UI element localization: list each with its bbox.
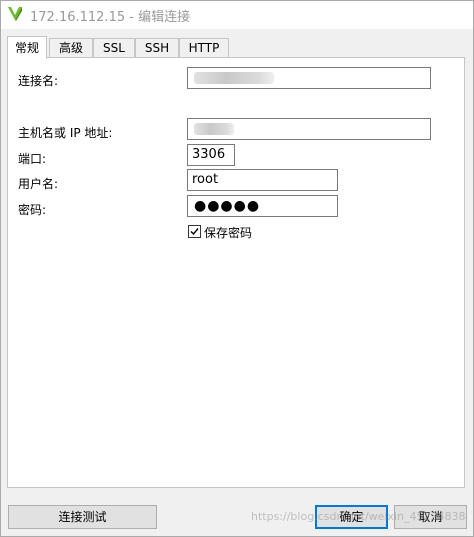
tab-advanced[interactable]: 高级	[49, 38, 93, 57]
test-connection-button[interactable]: 连接测试	[8, 505, 157, 529]
ok-button[interactable]: 确定	[315, 505, 388, 529]
navicat-logo-icon	[6, 5, 24, 23]
save-password-checkbox[interactable]	[188, 225, 201, 238]
password-label: 密码:	[18, 203, 47, 217]
host-input[interactable]	[187, 118, 431, 140]
connection-name-label: 连接名:	[18, 74, 59, 88]
tab-http[interactable]: HTTP	[179, 38, 229, 57]
tab-ssl[interactable]: SSL	[93, 38, 135, 57]
save-password-label: 保存密码	[204, 226, 253, 240]
checkmark-icon	[190, 228, 199, 236]
port-label: 端口:	[18, 152, 47, 166]
port-value: 3306	[192, 147, 226, 162]
tab-ssh[interactable]: SSH	[135, 38, 179, 57]
redacted-blur	[194, 123, 234, 135]
password-masked-value: ●●●●●	[194, 198, 261, 214]
edit-connection-dialog: 172.16.112.15 - 编辑连接 常规 高级 SSL SSH HTTP …	[0, 0, 474, 537]
title-bar: 172.16.112.15 - 编辑连接	[1, 1, 473, 29]
tab-general[interactable]: 常规	[7, 36, 47, 59]
connection-name-input[interactable]	[187, 67, 431, 89]
port-input[interactable]: 3306	[187, 144, 235, 166]
password-input[interactable]: ●●●●●	[187, 195, 338, 217]
username-value: root	[192, 172, 219, 187]
window-title: 172.16.112.15 - 编辑连接	[30, 10, 191, 25]
host-label: 主机名或 IP 地址:	[18, 126, 113, 140]
username-label: 用户名:	[18, 177, 59, 191]
redacted-blur	[194, 72, 274, 84]
username-input[interactable]: root	[187, 169, 338, 191]
cancel-button[interactable]: 取消	[394, 505, 467, 529]
